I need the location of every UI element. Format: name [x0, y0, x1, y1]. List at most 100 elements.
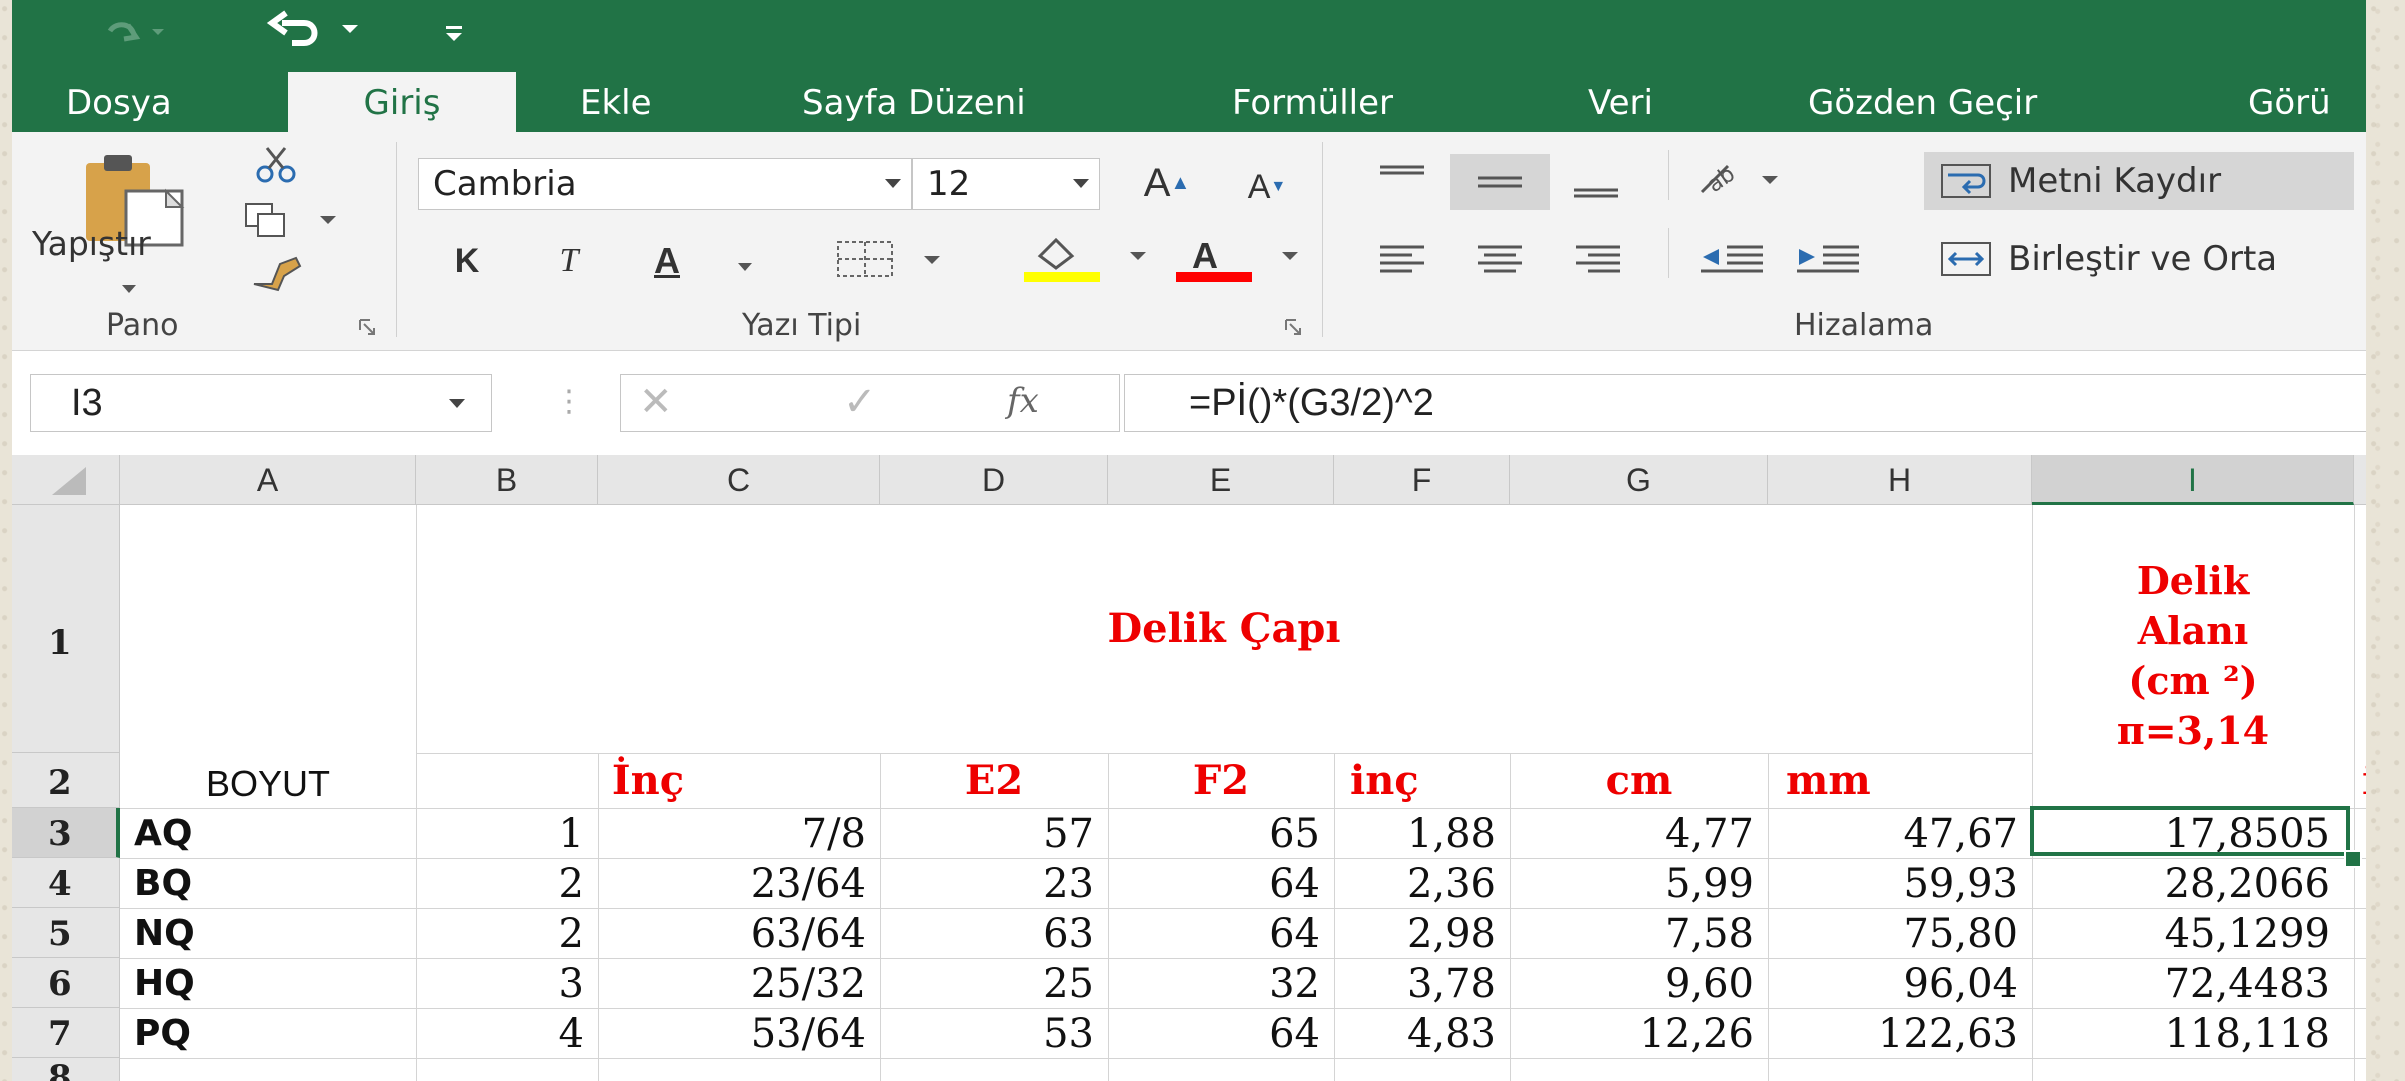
cell-e3[interactable]: 65 [1108, 808, 1334, 857]
cell-e4[interactable]: 64 [1108, 858, 1334, 907]
paste-dropdown-icon[interactable] [122, 278, 136, 297]
font-launcher-icon[interactable] [1284, 318, 1302, 336]
cell-c4[interactable]: 23/64 [598, 858, 880, 907]
cell-d5[interactable]: 63 [880, 908, 1108, 957]
cell-i7[interactable]: 118,118 [2032, 1008, 2354, 1057]
cell-i6[interactable]: 72,4483 [2032, 958, 2354, 1007]
formula-input[interactable]: =Pİ()*(G3/2)^2 [1124, 374, 2366, 432]
cell-b6[interactable]: 3 [416, 958, 598, 1007]
row-header-4[interactable]: 4 [12, 858, 120, 908]
col-header-i[interactable]: I [2032, 455, 2354, 505]
cell-a4[interactable]: BQ [120, 858, 416, 907]
header-boyut[interactable]: BOYUT [120, 758, 416, 807]
row-header-8[interactable]: 8 [12, 1058, 120, 1081]
cell-g4[interactable]: 5,99 [1510, 858, 1768, 907]
font-color-icon[interactable]: A [1172, 228, 1322, 288]
cell-a5[interactable]: NQ [120, 908, 416, 957]
header-mm[interactable]: mm [1768, 755, 2032, 804]
formula-bar-handle-icon[interactable]: ⋮ [554, 384, 584, 419]
tab-sayfa-duzeni[interactable]: Sayfa Düzeni [802, 72, 1026, 132]
cell-a6[interactable]: HQ [120, 958, 416, 1007]
row-header-6[interactable]: 6 [12, 958, 120, 1008]
cell-a3[interactable]: AQ [120, 808, 416, 857]
increase-indent-icon[interactable] [1788, 232, 1868, 282]
cell-h7[interactable]: 122,63 [1768, 1008, 2032, 1057]
delik-alani-header[interactable]: Delik Alanı (cm ²) π=3,14 [2032, 556, 2354, 756]
enter-icon[interactable]: ✓ [843, 379, 877, 425]
cell-d3[interactable]: 57 [880, 808, 1108, 857]
tab-giris[interactable]: Giriş [288, 72, 516, 132]
italic-button[interactable]: T [544, 236, 594, 286]
tab-ekle[interactable]: Ekle [580, 72, 652, 132]
font-size-select[interactable]: 12 [912, 158, 1100, 210]
cell-b5[interactable]: 2 [416, 908, 598, 957]
cell-b3[interactable]: 1 [416, 808, 598, 857]
font-name-select[interactable]: Cambria [418, 158, 912, 210]
align-center-icon[interactable] [1462, 232, 1538, 282]
row-header-7[interactable]: 7 [12, 1008, 120, 1058]
col-header-h[interactable]: H [1768, 455, 2032, 505]
fill-color-icon[interactable] [1020, 228, 1170, 288]
row-header-2[interactable]: 2 [12, 753, 120, 808]
shrink-font-icon[interactable]: A ▼ [1232, 160, 1302, 214]
header-e2[interactable]: E2 [880, 755, 1108, 804]
cell-g5[interactable]: 7,58 [1510, 908, 1768, 957]
paste-label[interactable]: Yapıştır [32, 224, 151, 263]
cell-h3[interactable]: 47,67 [1768, 808, 2032, 857]
header-inc[interactable]: inç [1334, 755, 1510, 804]
cell-f5[interactable]: 2,98 [1334, 908, 1510, 957]
orientation-icon[interactable]: ab [1692, 154, 1802, 204]
underline-dropdown-icon[interactable] [738, 256, 752, 275]
format-painter-icon[interactable] [248, 252, 304, 296]
cell-c6[interactable]: 25/32 [598, 958, 880, 1007]
cell-g7[interactable]: 12,26 [1510, 1008, 1768, 1057]
col-header-d[interactable]: D [880, 455, 1108, 505]
tab-dosya[interactable]: Dosya [66, 72, 172, 132]
delik-capi-header[interactable]: Delik Çapı [416, 603, 2032, 652]
align-right-icon[interactable] [1560, 232, 1636, 282]
cell-f4[interactable]: 2,36 [1334, 858, 1510, 907]
fill-handle[interactable] [2344, 850, 2362, 868]
cell-i5[interactable]: 45,1299 [2032, 908, 2354, 957]
cut-icon[interactable] [248, 142, 304, 186]
cell-e5[interactable]: 64 [1108, 908, 1334, 957]
cell-h6[interactable]: 96,04 [1768, 958, 2032, 1007]
customize-qat-icon[interactable] [440, 8, 470, 54]
cell-d6[interactable]: 25 [880, 958, 1108, 1007]
decrease-indent-icon[interactable] [1692, 232, 1772, 282]
wrap-text-button[interactable]: Metni Kaydır [1924, 152, 2354, 210]
cell-h4[interactable]: 59,93 [1768, 858, 2032, 907]
cell-g6[interactable]: 9,60 [1510, 958, 1768, 1007]
cell-b4[interactable]: 2 [416, 858, 598, 907]
pano-launcher-icon[interactable] [358, 318, 376, 336]
row-header-3[interactable]: 3 [12, 808, 120, 858]
borders-icon[interactable] [832, 234, 952, 284]
cell-g3[interactable]: 4,77 [1510, 808, 1768, 857]
cell-b7[interactable]: 4 [416, 1008, 598, 1057]
underline-button[interactable]: A [642, 236, 692, 286]
header-j-partial[interactable]: i [2362, 755, 2366, 804]
col-header-a[interactable]: A [120, 455, 416, 505]
col-header-g[interactable]: G [1510, 455, 1768, 505]
grow-font-icon[interactable]: A ▲ [1132, 156, 1202, 210]
col-header-j[interactable] [2354, 455, 2366, 505]
header-cm[interactable]: cm [1510, 755, 1768, 804]
row-header-5[interactable]: 5 [12, 908, 120, 958]
bold-button[interactable]: K [442, 236, 492, 286]
align-top-icon[interactable] [1364, 154, 1440, 204]
align-bottom-icon[interactable] [1558, 154, 1634, 210]
name-box[interactable]: I3 [30, 374, 492, 432]
cell-c5[interactable]: 63/64 [598, 908, 880, 957]
cell-f3[interactable]: 1,88 [1334, 808, 1510, 857]
tab-gozden-gecir[interactable]: Gözden Geçir [1808, 72, 2037, 132]
cell-a7[interactable]: PQ [120, 1008, 416, 1057]
cell-e7[interactable]: 64 [1108, 1008, 1334, 1057]
tab-veri[interactable]: Veri [1588, 72, 1653, 132]
header-inc-fraction[interactable]: İnç [416, 755, 880, 804]
col-header-f[interactable]: F [1334, 455, 1510, 505]
col-header-b[interactable]: B [416, 455, 598, 505]
insert-function-icon[interactable]: fx [1007, 381, 1039, 421]
cell-c3[interactable]: 7/8 [598, 808, 880, 857]
redo-icon[interactable] [100, 8, 180, 54]
tab-gorunum[interactable]: Görü [2248, 72, 2331, 132]
